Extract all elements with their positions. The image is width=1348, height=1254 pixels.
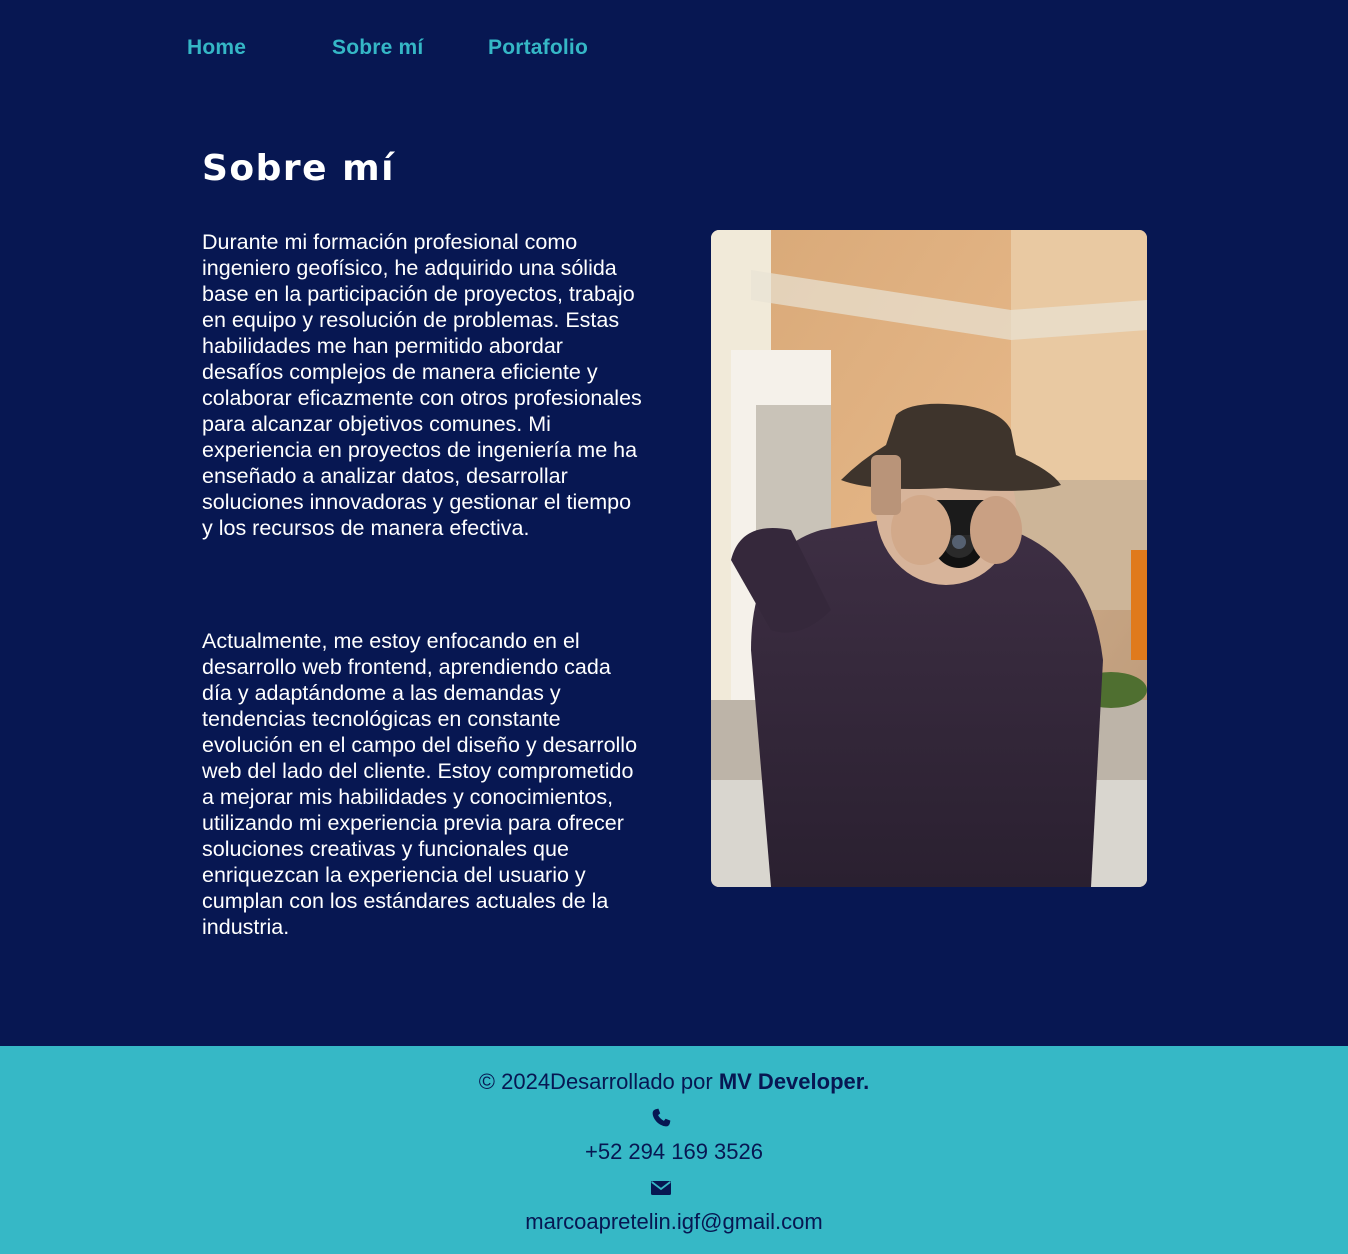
developer-name: MV Developer. bbox=[718, 1069, 870, 1094]
phone-number[interactable]: +52 294 169 3526 bbox=[0, 1139, 1348, 1165]
nav-link-sobre-mi[interactable]: Sobre mí bbox=[332, 36, 423, 60]
nav-link-portafolio[interactable]: Portafolio bbox=[488, 36, 588, 60]
email-address[interactable]: marcoapretelin.igf@gmail.com bbox=[0, 1209, 1348, 1235]
bio-paragraph-2: Actualmente, me estoy enfocando en el de… bbox=[202, 629, 638, 939]
footer-credit: © 2024Desarrollado por MV Developer. bbox=[0, 1069, 1348, 1095]
profile-photo bbox=[711, 230, 1147, 887]
nav-link-home[interactable]: Home bbox=[187, 36, 246, 60]
page-title: Sobre mí bbox=[202, 148, 395, 189]
top-nav: Home Sobre mí Portafolio bbox=[0, 0, 1348, 100]
bio-paragraph-1: Durante mi formación profesional como in… bbox=[202, 230, 642, 540]
credit-prefix: © 2024Desarrollado por bbox=[478, 1069, 719, 1094]
phone-icon bbox=[649, 1106, 673, 1130]
footer: © 2024Desarrollado por MV Developer. +52… bbox=[0, 1046, 1348, 1254]
envelope-icon bbox=[649, 1176, 673, 1200]
